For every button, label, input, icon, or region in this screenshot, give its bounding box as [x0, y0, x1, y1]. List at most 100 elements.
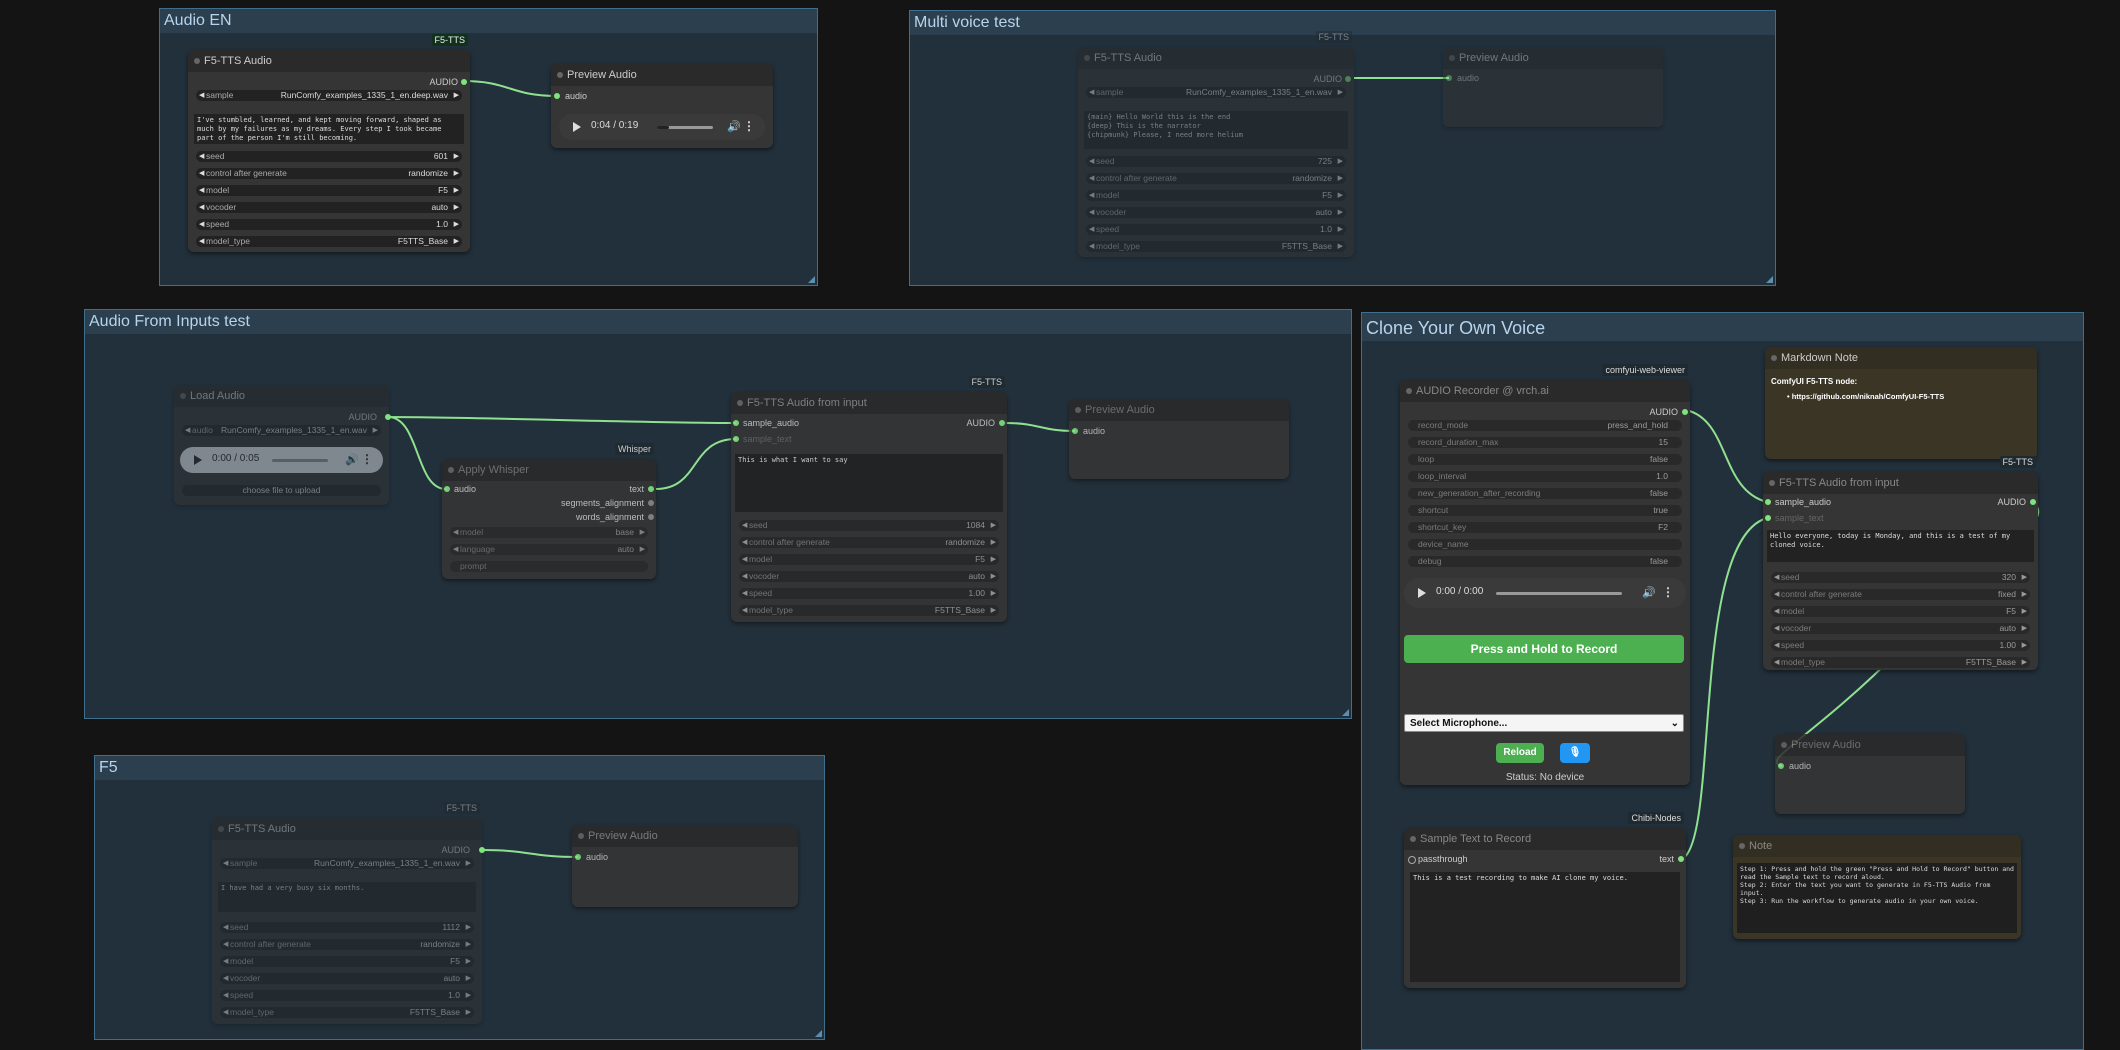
- arrow-left-icon[interactable]: ◀: [1089, 207, 1094, 218]
- recorder-widget-debug[interactable]: debug false: [1408, 556, 1682, 567]
- node-title[interactable]: Preview Audio: [1775, 734, 1965, 756]
- input-slot[interactable]: [1072, 428, 1078, 434]
- seed-widget[interactable]: ◀ seed 1112 ▶: [220, 922, 474, 933]
- sample-text-to-record-node[interactable]: Chibi-Nodes Sample Text to Record passth…: [1404, 812, 1686, 988]
- language-widget[interactable]: ◀ language auto ▶: [450, 544, 648, 555]
- sample-combo[interactable]: ◀ sample RunComfy_examples_1335_1_en.deep…: [196, 90, 462, 101]
- arrow-left-icon[interactable]: ◀: [223, 939, 228, 950]
- arrow-right-icon[interactable]: ▶: [466, 990, 471, 1001]
- arrow-right-icon[interactable]: ▶: [991, 605, 996, 616]
- arrow-right-icon[interactable]: ▶: [454, 236, 459, 247]
- speed-widget[interactable]: ◀ speed 1.00 ▶: [739, 588, 999, 599]
- arrow-left-icon[interactable]: ◀: [223, 956, 228, 967]
- input-slot[interactable]: [733, 420, 739, 426]
- upload-button[interactable]: choose file to upload: [182, 485, 381, 496]
- more-options-icon[interactable]: ⋮: [1662, 585, 1674, 599]
- model-widget[interactable]: ◀ model base ▶: [450, 527, 648, 538]
- preview-audio-node[interactable]: Preview Audio audio 0:04 / 0:19 🔊 ⋮: [551, 64, 773, 148]
- node-title[interactable]: Apply Whisper: [442, 459, 656, 481]
- sample-combo[interactable]: ◀ sample RunComfy_examples_1335_1_en.wav ▶: [1086, 87, 1346, 98]
- arrow-left-icon[interactable]: ◀: [199, 90, 204, 101]
- recorder-widget-shortcut[interactable]: shortcut true: [1408, 505, 1682, 516]
- output-slot[interactable]: [648, 486, 654, 492]
- node-title[interactable]: F5-TTS Audio from input: [1763, 472, 2038, 494]
- play-icon[interactable]: [194, 455, 202, 465]
- arrow-right-icon[interactable]: ▶: [2022, 640, 2027, 651]
- arrow-right-icon[interactable]: ▶: [454, 219, 459, 230]
- text-input[interactable]: I've stumbled, learned, and kept moving …: [194, 114, 464, 144]
- group-title[interactable]: Audio EN: [160, 9, 817, 33]
- arrow-left-icon[interactable]: ◀: [1089, 173, 1094, 184]
- arrow-left-icon[interactable]: ◀: [1774, 623, 1779, 634]
- arrow-left-icon[interactable]: ◀: [1089, 156, 1094, 167]
- note-node[interactable]: Note Step 1: Press and hold the green "P…: [1733, 835, 2021, 939]
- node-title[interactable]: Preview Audio: [1069, 399, 1289, 421]
- collapse-dot-icon[interactable]: [578, 833, 584, 839]
- arrow-right-icon[interactable]: ▶: [466, 956, 471, 967]
- volume-icon[interactable]: 🔊: [345, 453, 359, 466]
- recorder-widget-loop-interval[interactable]: loop_interval 1.0: [1408, 471, 1682, 482]
- output-slot[interactable]: [648, 514, 654, 520]
- node-title[interactable]: Sample Text to Record: [1404, 828, 1686, 850]
- arrow-right-icon[interactable]: ▶: [640, 527, 645, 538]
- model-widget[interactable]: ◀ model F5 ▶: [1771, 606, 2030, 617]
- arrow-right-icon[interactable]: ▶: [991, 588, 996, 599]
- recorder-widget-loop[interactable]: loop false: [1408, 454, 1682, 465]
- collapse-dot-icon[interactable]: [1406, 388, 1412, 394]
- f5-tts-audio-node[interactable]: F5-TTS F5-TTS Audio AUDIO ◀ sample RunCom…: [188, 34, 470, 252]
- collapse-dot-icon[interactable]: [1449, 55, 1455, 61]
- input-slot[interactable]: [733, 436, 739, 442]
- collapse-dot-icon[interactable]: [1739, 843, 1745, 849]
- audio-seekbar[interactable]: [657, 126, 713, 129]
- preview-audio-node[interactable]: Preview Audio audio: [572, 825, 798, 907]
- arrow-left-icon[interactable]: ◀: [199, 151, 204, 162]
- arrow-left-icon[interactable]: ◀: [1089, 87, 1094, 98]
- microphone-select[interactable]: Select Microphone... ⌄: [1404, 714, 1684, 732]
- arrow-right-icon[interactable]: ▶: [466, 1007, 471, 1018]
- arrow-right-icon[interactable]: ▶: [373, 425, 378, 436]
- resize-handle[interactable]: [1766, 276, 1773, 283]
- text-input[interactable]: I have had a very busy six months.: [218, 882, 476, 912]
- collapse-dot-icon[interactable]: [180, 393, 186, 399]
- group-audio-inputs[interactable]: Audio From Inputs test: [84, 309, 1352, 719]
- preview-audio-node[interactable]: Preview Audio audio: [1069, 399, 1289, 479]
- arrow-right-icon[interactable]: ▶: [454, 185, 459, 196]
- arrow-right-icon[interactable]: ▶: [466, 973, 471, 984]
- arrow-left-icon[interactable]: ◀: [742, 605, 747, 616]
- arrow-left-icon[interactable]: ◀: [1774, 572, 1779, 583]
- collapse-dot-icon[interactable]: [1084, 55, 1090, 61]
- output-slot[interactable]: [648, 500, 654, 506]
- text-input[interactable]: This is what I want to say: [735, 454, 1003, 512]
- node-title[interactable]: F5-TTS Audio: [212, 818, 482, 840]
- audio-recorder-node[interactable]: comfyui-web-viewer AUDIO Recorder @ vrch…: [1400, 364, 1690, 785]
- arrow-left-icon[interactable]: ◀: [742, 537, 747, 548]
- node-title[interactable]: Preview Audio: [572, 825, 798, 847]
- f5-tts-audio-from-input-node[interactable]: F5-TTS F5-TTS Audio from input sample_au…: [1763, 456, 2038, 670]
- arrow-left-icon[interactable]: ◀: [1774, 657, 1779, 668]
- arrow-left-icon[interactable]: ◀: [199, 219, 204, 230]
- input-slot[interactable]: [575, 854, 581, 860]
- apply-whisper-node[interactable]: Whisper Apply Whisper audio text segment…: [442, 443, 656, 579]
- audio-player[interactable]: 0:00 / 0:05 🔊 ⋮: [180, 447, 383, 473]
- recorder-widget-new-generation-after-recording[interactable]: new_generation_after_recording false: [1408, 488, 1682, 499]
- node-title[interactable]: Load Audio: [174, 385, 389, 407]
- press-and-hold-record-button[interactable]: Press and Hold to Record: [1404, 635, 1684, 663]
- vocoder-widget[interactable]: ◀ vocoder auto ▶: [1086, 207, 1346, 218]
- arrow-right-icon[interactable]: ▶: [991, 520, 996, 531]
- input-slot[interactable]: [1765, 499, 1771, 505]
- arrow-right-icon[interactable]: ▶: [454, 90, 459, 101]
- resize-handle[interactable]: [815, 1030, 822, 1037]
- preview-audio-node[interactable]: Preview Audio audio: [1443, 47, 1663, 127]
- play-icon[interactable]: [1418, 588, 1426, 598]
- more-options-icon[interactable]: ⋮: [743, 119, 755, 133]
- collapse-dot-icon[interactable]: [448, 467, 454, 473]
- collapse-dot-icon[interactable]: [194, 58, 200, 64]
- arrow-left-icon[interactable]: ◀: [1089, 224, 1094, 235]
- prompt-input[interactable]: prompt: [450, 561, 648, 572]
- model-type-widget[interactable]: ◀ model_type F5TTS_Base ▶: [220, 1007, 474, 1018]
- arrow-left-icon[interactable]: ◀: [223, 1007, 228, 1018]
- text-input[interactable]: {main} Hello World this is the end {deep…: [1084, 111, 1348, 149]
- note-text[interactable]: Step 1: Press and hold the green "Press …: [1737, 863, 2017, 933]
- control-after-generate-widget[interactable]: ◀ control after generate randomize ▶: [1086, 173, 1346, 184]
- arrow-left-icon[interactable]: ◀: [742, 571, 747, 582]
